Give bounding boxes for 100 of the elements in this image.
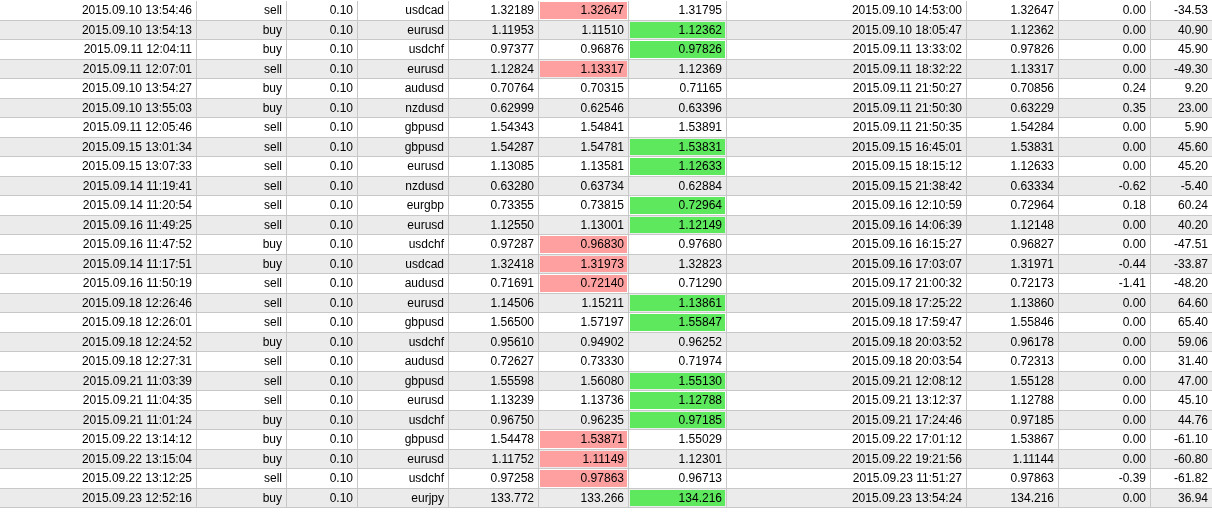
table-cell-text: 0.95610 bbox=[489, 333, 535, 350]
table-cell-text: 2015.09.23 12:52:16 bbox=[80, 489, 193, 506]
table-cell-text: eurusd bbox=[406, 294, 445, 311]
table-cell-text: sell bbox=[263, 470, 283, 487]
table-cell-text: 1.15211 bbox=[580, 294, 625, 311]
table-cell-text: usdchf bbox=[407, 470, 445, 487]
table-cell-text: 0.00 bbox=[1121, 314, 1147, 331]
table-cell-text: buy bbox=[261, 21, 283, 38]
table-cell-text: 1.12301 bbox=[677, 450, 723, 467]
table-cell-text: 1.32418 bbox=[489, 255, 535, 272]
table-cell-text: 2015.09.14 11:19:41 bbox=[81, 177, 193, 194]
table-cell-text: 0.63280 bbox=[489, 177, 535, 194]
table-cell-text: 0.10 bbox=[328, 314, 354, 331]
table-cell-text: 0.10 bbox=[328, 119, 354, 136]
table-cell-text: 45.90 bbox=[1176, 41, 1209, 58]
table-cell-text: 2015.09.21 17:24:46 bbox=[850, 411, 963, 428]
table-cell-text: 0.00 bbox=[1121, 411, 1147, 428]
table-cell-text: 0.97863 bbox=[1009, 470, 1055, 487]
table-cell-text: 5.90 bbox=[1183, 119, 1209, 136]
table-cell: 1.13861 bbox=[630, 294, 725, 311]
table-cell-text: 2015.09.11 21:50:35 bbox=[851, 119, 963, 136]
table-cell-text: 0.10 bbox=[328, 158, 354, 175]
table-cell-text: sell bbox=[263, 177, 283, 194]
table-cell-text: 2015.09.21 13:12:37 bbox=[850, 392, 963, 409]
table-cell-text: 2015.09.10 14:53:00 bbox=[850, 2, 963, 19]
table-cell-text: usdchf bbox=[407, 41, 445, 58]
table-cell-text: 1.13860 bbox=[1009, 294, 1055, 311]
table-cell: 1.12149 bbox=[630, 216, 725, 233]
table-cell-text: 0.97680 bbox=[677, 236, 723, 253]
table-cell-text: 2015.09.14 11:17:51 bbox=[81, 255, 193, 272]
table-cell-text: audusd bbox=[403, 80, 445, 97]
table-cell-text: 0.97377 bbox=[489, 41, 535, 58]
table-cell-text: 0.96713 bbox=[677, 470, 723, 487]
table-cell-text: 0.10 bbox=[328, 353, 354, 370]
table-cell-text: 0.10 bbox=[328, 216, 354, 233]
table-cell-text: buy bbox=[261, 99, 283, 116]
table-cell-text: 0.97287 bbox=[489, 236, 535, 253]
table-cell-text: 1.53831 bbox=[1009, 138, 1055, 155]
table-cell-text: buy bbox=[261, 489, 283, 506]
table-cell-text: 0.00 bbox=[1121, 41, 1147, 58]
table-cell-text: 0.63396 bbox=[677, 99, 723, 116]
table-cell-text: eurusd bbox=[406, 60, 445, 77]
table-cell-text: 0.62999 bbox=[489, 99, 535, 116]
table-cell-text: 2015.09.10 18:05:47 bbox=[850, 21, 963, 38]
table-cell-text: 0.97258 bbox=[489, 470, 535, 487]
table-cell-text: 2015.09.22 19:21:56 bbox=[850, 450, 963, 467]
table-cell-text: buy bbox=[261, 431, 283, 448]
table-cell-text: 0.73330 bbox=[579, 353, 625, 370]
table-cell-text: -61.10 bbox=[1172, 431, 1209, 448]
table-cell-text: 2015.09.21 11:01:24 bbox=[81, 411, 193, 428]
table-cell-text: 2015.09.18 20:03:52 bbox=[850, 333, 963, 350]
table-cell: 1.55130 bbox=[630, 372, 725, 389]
table-cell-text: 134.216 bbox=[1009, 489, 1055, 506]
table-cell-text: buy bbox=[261, 236, 283, 253]
table-cell-text: 1.54478 bbox=[489, 431, 535, 448]
table-cell-text: 2015.09.15 16:45:01 bbox=[850, 138, 963, 155]
table-cell-text: 0.10 bbox=[328, 138, 354, 155]
table-cell-text: 0.10 bbox=[328, 41, 354, 58]
table-cell-text: eurjpy bbox=[410, 489, 445, 506]
table-cell-text: 0.00 bbox=[1121, 489, 1147, 506]
table-cell-text: -0.44 bbox=[1117, 255, 1147, 272]
table-cell-text: 0.96827 bbox=[1009, 236, 1055, 253]
table-cell-text: eurusd bbox=[406, 392, 445, 409]
table-cell-text: 0.10 bbox=[328, 177, 354, 194]
table-cell-text: 133.266 bbox=[579, 489, 625, 506]
table-cell-text: 23.00 bbox=[1176, 99, 1209, 116]
table-cell-text: 0.97185 bbox=[1009, 411, 1055, 428]
table-cell-text: 1.14506 bbox=[489, 294, 535, 311]
table-cell-text: usdchf bbox=[407, 411, 445, 428]
table-cell-text: 2015.09.17 21:00:32 bbox=[850, 275, 963, 292]
table-cell-text: 1.11510 bbox=[580, 21, 625, 38]
table-cell-text: sell bbox=[263, 60, 283, 77]
table-cell-text: 0.10 bbox=[328, 470, 354, 487]
table-cell-text: 2015.09.16 17:03:07 bbox=[850, 255, 963, 272]
table-cell-text: 0.94902 bbox=[579, 333, 625, 350]
table-cell-text: 0.70315 bbox=[579, 80, 625, 97]
table-cell: 134.216 bbox=[630, 489, 725, 506]
table-cell-text: 2015.09.11 12:05:46 bbox=[81, 119, 193, 136]
table-cell-text: 0.72173 bbox=[1009, 275, 1055, 292]
table-cell-text: 0.72964 bbox=[1009, 197, 1055, 214]
table-cell-text: 0.00 bbox=[1121, 119, 1147, 136]
table-cell-text: 1.53867 bbox=[1009, 431, 1055, 448]
table-cell-text: 1.13581 bbox=[579, 158, 625, 175]
table-cell-text: 1.57197 bbox=[579, 314, 625, 331]
table-cell-text: 1.32823 bbox=[677, 255, 723, 272]
table-cell-text: -49.30 bbox=[1172, 60, 1209, 77]
table-cell-text: 1.54343 bbox=[489, 119, 535, 136]
table-cell: 1.11149 bbox=[540, 450, 627, 467]
table-cell-text: 64.60 bbox=[1176, 294, 1209, 311]
table-cell-text: 1.12362 bbox=[1009, 21, 1055, 38]
table-cell-text: 2015.09.15 18:15:12 bbox=[850, 158, 963, 175]
table-cell-text: 0.00 bbox=[1121, 216, 1147, 233]
table-cell: 0.72964 bbox=[630, 197, 725, 214]
table-cell-text: 0.71290 bbox=[677, 275, 723, 292]
table-cell-text: 2015.09.18 12:24:52 bbox=[80, 333, 193, 350]
table-cell-text: 2015.09.22 13:14:12 bbox=[80, 431, 193, 448]
table-cell-text: 2015.09.21 12:08:12 bbox=[850, 372, 963, 389]
table-cell-text: eurusd bbox=[406, 450, 445, 467]
table-cell-text: 1.12369 bbox=[677, 60, 723, 77]
table-cell-text: eurusd bbox=[406, 21, 445, 38]
